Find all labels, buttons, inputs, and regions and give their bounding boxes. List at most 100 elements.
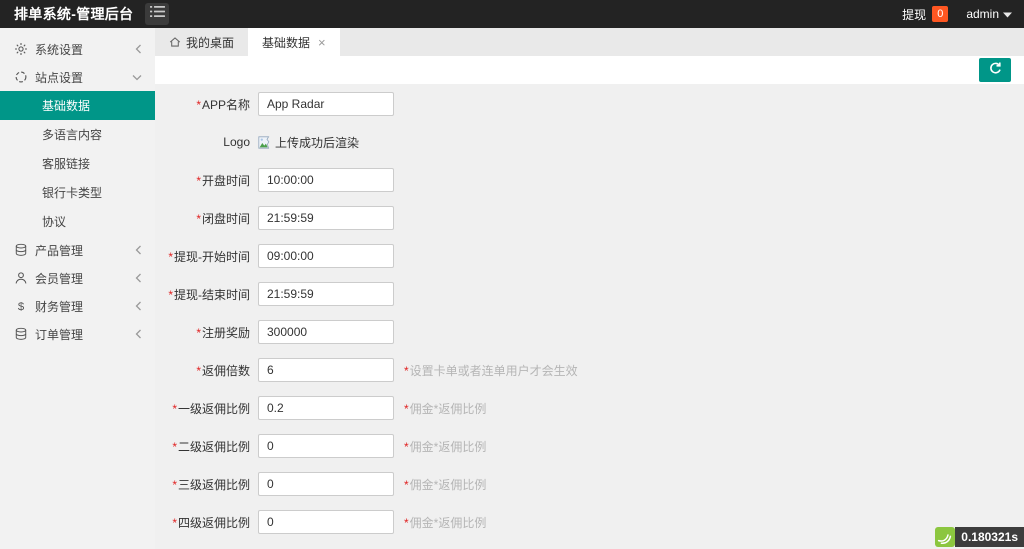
logo-upload-preview[interactable]: 上传成功后渲染 [258,134,359,151]
required-asterisk: * [196,211,201,226]
field-label-text: 四级返佣比例 [177,515,250,530]
field-label: *提现-开始时间 [155,248,250,265]
sidebar-item-order-management[interactable]: 订单管理 [0,320,155,348]
chevron-left-icon [135,301,142,311]
form-row-rebate-multiple: *返佣倍数*设置卡单或者连单用户才会生效 [155,358,1024,382]
close-icon[interactable]: × [318,36,326,49]
top-header: 排单系统-管理后台 提现 0 admin [0,0,1024,28]
sidebar-item-bank-card-type[interactable]: 银行卡类型 [0,178,155,207]
user-menu[interactable]: admin [966,7,1012,21]
tab-basic-data[interactable]: 基础数据 × [248,28,340,56]
site-icon [13,70,28,84]
sidebar-item-member-management[interactable]: 会员管理 [0,264,155,292]
svg-text:$: $ [17,301,24,313]
refresh-icon [988,61,1003,79]
form-row-logo: Logo 上传成功后渲染 [155,130,1024,154]
withdraw-end-time-input[interactable] [258,282,394,306]
field-hint: *佣金*返佣比例 [404,400,486,417]
sidebar-item-label: 客服链接 [42,157,91,171]
rebate-level2-input[interactable] [258,434,394,458]
field-label-text: 提现-结束时间 [174,287,250,302]
form-row-rebate-level1: *一级返佣比例*佣金*返佣比例 [155,396,1024,420]
tabbar: 我的桌面 基础数据 × [155,28,1024,56]
app-title: 排单系统-管理后台 [14,6,134,22]
required-asterisk: * [196,97,201,112]
user-icon [13,271,28,285]
field-hint-text: 佣金*返佣比例 [409,477,487,492]
field-label: *返佣倍数 [155,362,250,379]
sidebar-item-label: 订单管理 [35,327,84,342]
form-row-rebate-level2: *二级返佣比例*佣金*返佣比例 [155,434,1024,458]
tab-label: 我的桌面 [186,35,235,50]
field-label-text: 三级返佣比例 [177,477,250,492]
sidebar-item-finance-management[interactable]: $ 财务管理 [0,292,155,320]
refresh-button[interactable] [979,58,1011,82]
open-time-input[interactable] [258,168,394,192]
form-row-withdraw-start-time: *提现-开始时间 [155,244,1024,268]
sidebar-item-basic-data[interactable]: 基础数据 [0,91,155,120]
home-icon [169,36,181,48]
content-area: *APP名称Logo上传成功后渲染*开盘时间*闭盘时间*提现-开始时间*提现-结… [155,84,1024,549]
sidebar-item-label: 基础数据 [42,99,91,113]
field-label-text: 二级返佣比例 [177,439,250,454]
field-label-text: 提现-开始时间 [174,249,250,264]
rebate-level1-input[interactable] [258,396,394,420]
field-label: *一级返佣比例 [155,400,250,417]
sidebar-item-multi-language[interactable]: 多语言内容 [0,120,155,149]
form-row-register-reward: *注册奖励 [155,320,1024,344]
required-asterisk: * [172,401,177,416]
list-icon [149,5,165,23]
chevron-left-icon [135,273,142,283]
field-hint: *佣金*返佣比例 [404,438,486,455]
sidebar-item-site-settings[interactable]: 站点设置 [0,63,155,91]
close-time-input[interactable] [258,206,394,230]
chevron-left-icon [135,245,142,255]
sidebar-item-label: 产品管理 [35,243,84,258]
settings-form: *APP名称Logo上传成功后渲染*开盘时间*闭盘时间*提现-开始时间*提现-结… [155,92,1024,534]
required-asterisk: * [404,401,409,416]
field-label: *提现-结束时间 [155,286,250,303]
register-reward-input[interactable] [258,320,394,344]
tab-desktop[interactable]: 我的桌面 [155,28,248,56]
withdraw-start-time-input[interactable] [258,244,394,268]
required-asterisk: * [404,363,409,378]
rebate-multiple-input[interactable] [258,358,394,382]
required-asterisk: * [196,363,201,378]
field-label-text: 返佣倍数 [201,363,250,378]
thinkphp-logo-icon[interactable] [935,527,956,547]
order-icon [13,327,28,341]
required-asterisk: * [172,439,177,454]
field-label: *闭盘时间 [155,210,250,227]
field-hint: *设置卡单或者连单用户才会生效 [404,362,578,379]
field-hint-text: 设置卡单或者连单用户才会生效 [409,363,578,378]
sidebar-item-label: 会员管理 [35,271,84,286]
withdraw-link[interactable]: 提现 [902,6,926,23]
required-asterisk: * [172,477,177,492]
logo-alt-text: 上传成功后渲染 [275,135,360,150]
withdraw-count-badge[interactable]: 0 [932,6,949,22]
rebate-level3-input[interactable] [258,472,394,496]
username: admin [966,7,999,21]
field-label-text: APP名称 [201,97,250,112]
sidebar-item-service-link[interactable]: 客服链接 [0,149,155,178]
form-row-app-name: *APP名称 [155,92,1024,116]
required-asterisk: * [404,439,409,454]
sidebar-item-label: 多语言内容 [42,128,103,142]
sidebar-item-system-settings[interactable]: 系统设置 [0,35,155,63]
sidebar-item-product-management[interactable]: 产品管理 [0,236,155,264]
required-asterisk: * [196,325,201,340]
caret-down-icon [1003,7,1012,21]
field-label-text: 一级返佣比例 [177,401,250,416]
required-asterisk: * [168,287,173,302]
required-asterisk: * [168,249,173,264]
form-row-open-time: *开盘时间 [155,168,1024,192]
field-label: *二级返佣比例 [155,438,250,455]
app-name-input[interactable] [258,92,394,116]
sidebar-item-agreement[interactable]: 协议 [0,207,155,236]
required-asterisk: * [404,515,409,530]
rebate-level4-input[interactable] [258,510,394,534]
menu-toggle-button[interactable] [145,3,170,25]
field-hint: *佣金*返佣比例 [404,476,486,493]
field-label: *开盘时间 [155,172,250,189]
field-label-text: Logo [223,135,250,149]
